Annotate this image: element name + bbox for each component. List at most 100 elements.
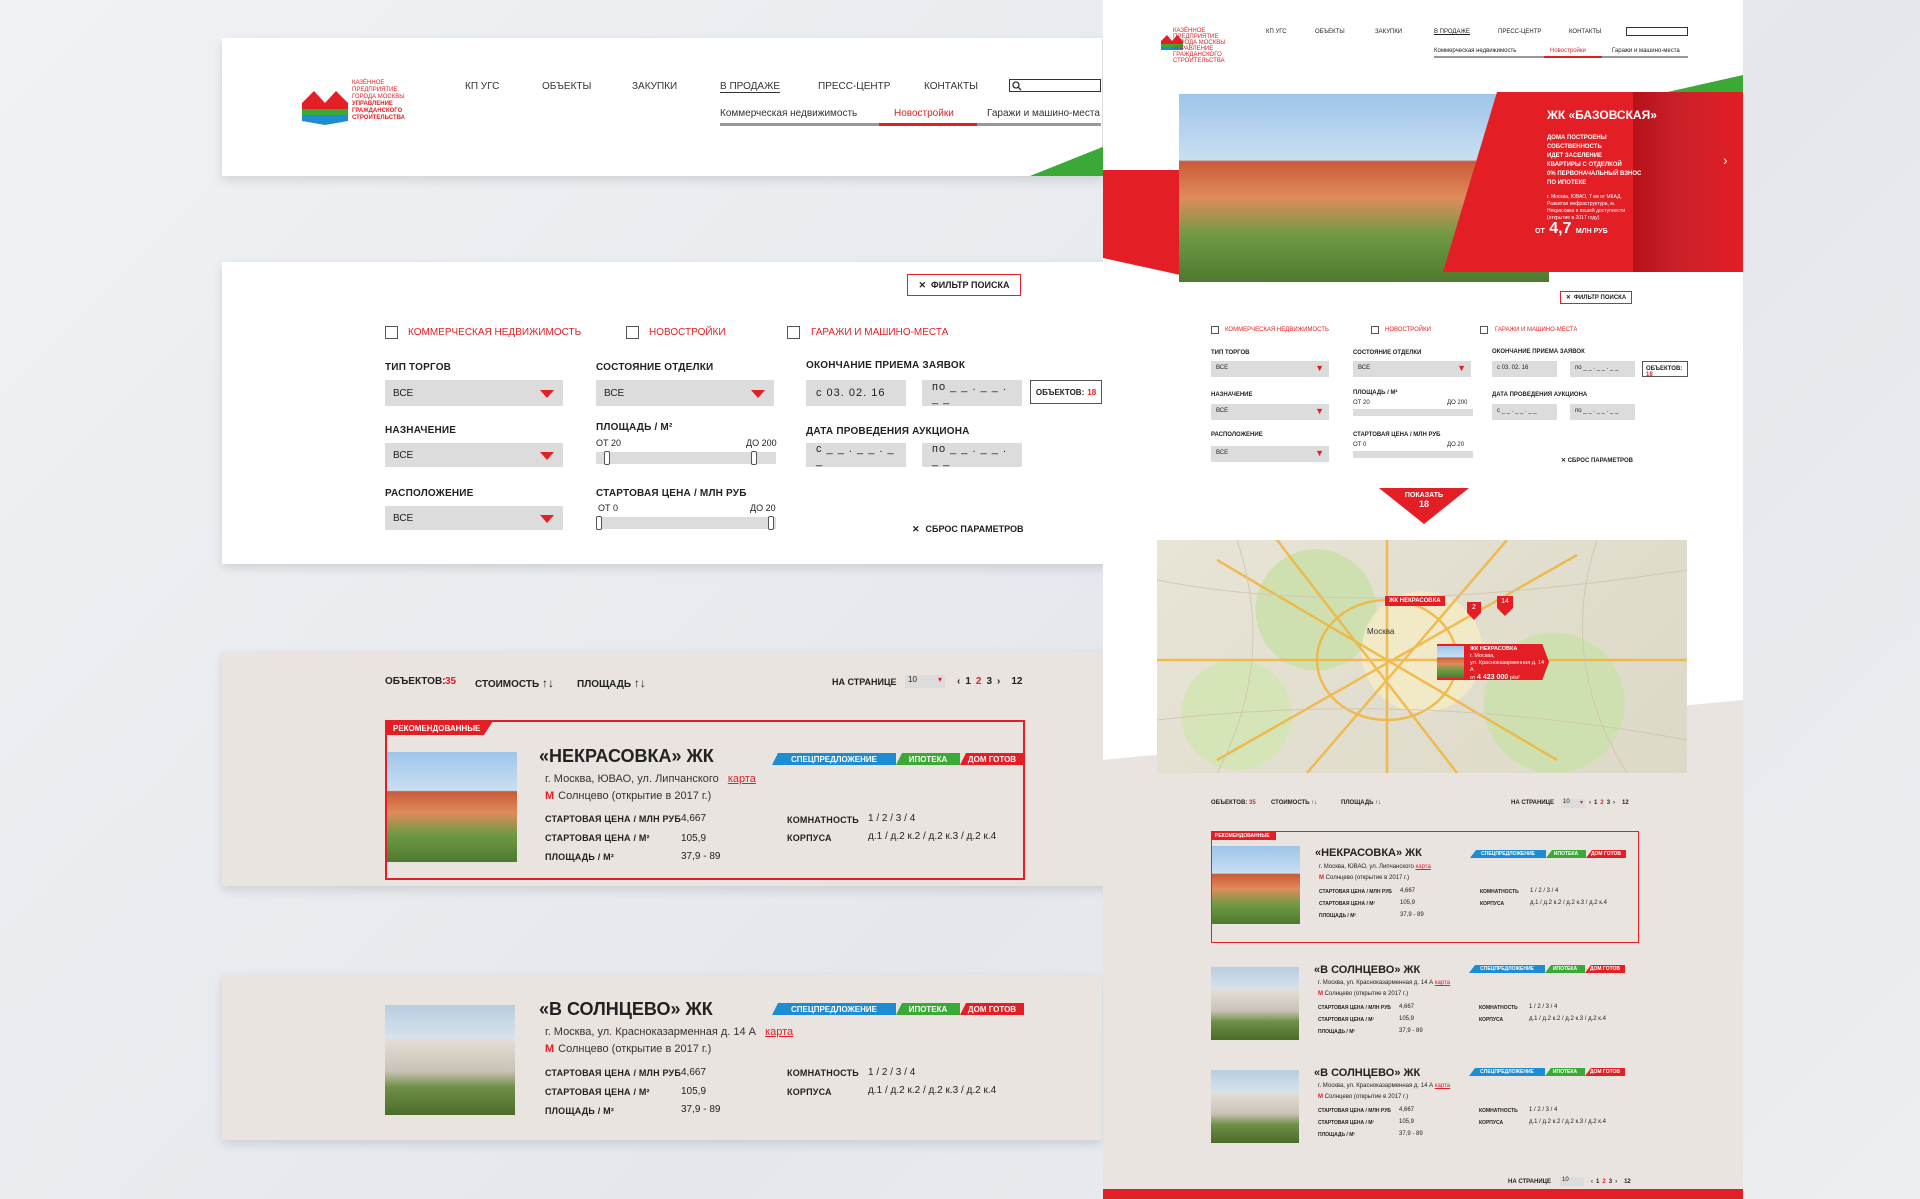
slider-handle[interactable]	[604, 451, 610, 465]
nav-item-purchases[interactable]: ЗАКУПКИ	[632, 81, 677, 92]
per-page-select[interactable]: 10	[1560, 1177, 1585, 1186]
page-link-active[interactable]: 2	[1602, 1179, 1605, 1185]
next-page-icon[interactable]: ›	[997, 676, 1000, 687]
map[interactable]: Москва ЖК НЕКРАСОВКА 2 14 ЖК НЕКРАСОВКА …	[1157, 540, 1687, 773]
listing-title[interactable]: «НЕКРАСОВКА» ЖК	[539, 746, 714, 767]
page-link-last[interactable]: 12	[1011, 676, 1022, 687]
map-link[interactable]: карта	[1415, 864, 1430, 870]
map-link[interactable]: карта	[728, 773, 756, 785]
select-trade-type[interactable]: ВСЕ ▼	[1211, 361, 1329, 377]
price-slider[interactable]	[596, 516, 776, 530]
page-link[interactable]: 3	[1609, 1179, 1612, 1185]
subnav-garages[interactable]: Гаражи и машино-места	[1612, 48, 1680, 54]
checkbox-label[interactable]: НОВОСТРОЙКИ	[1385, 327, 1431, 333]
map-link[interactable]: карта	[765, 1026, 793, 1038]
checkbox-new[interactable]	[1371, 326, 1379, 334]
reset-button[interactable]: ✕ СБРОС ПАРАМЕТРОВ	[1561, 457, 1633, 464]
select-trade-type[interactable]: ВСЕ	[385, 380, 563, 406]
nav-item-kp-ugs[interactable]: КП УГС	[1266, 29, 1287, 35]
checkbox-commercial[interactable]	[1211, 326, 1219, 334]
per-page-select[interactable]: 10 ▾	[905, 675, 945, 688]
search-input[interactable]	[1626, 27, 1688, 36]
subnav-new[interactable]: Новостройки	[1550, 48, 1586, 54]
sort-cost[interactable]: СТОИМОСТЬ ↑↓	[1271, 800, 1317, 806]
checkbox-label[interactable]: ГАРАЖИ И МАШИНО-МЕСТА	[811, 327, 948, 338]
prev-page-icon[interactable]: ‹	[1589, 800, 1591, 806]
page-link-active[interactable]: 2	[976, 676, 982, 687]
sort-cost[interactable]: СТОИМОСТЬ ↑↓	[475, 676, 554, 690]
select-purpose[interactable]: ВСЕ ▼	[1211, 404, 1329, 420]
checkbox-garages[interactable]	[787, 326, 800, 339]
slider-handle[interactable]	[768, 516, 774, 530]
checkbox-label[interactable]: КОММЕРЧЕСКАЯ НЕДВИЖИМОСТЬ	[408, 327, 581, 338]
nav-item-press[interactable]: ПРЕСС-ЦЕНТР	[818, 81, 890, 92]
nav-item-purchases[interactable]: ЗАКУПКИ	[1375, 29, 1402, 35]
subnav-garages[interactable]: Гаражи и машино-места	[987, 108, 1100, 119]
date-to-input[interactable]: по _ _ . _ _ . _ _	[1570, 361, 1635, 377]
map-marker-label[interactable]: ЖК НЕКРАСОВКА	[1385, 596, 1445, 606]
prev-page-icon[interactable]: ‹	[957, 676, 960, 687]
listing-photo[interactable]	[1211, 1070, 1299, 1143]
search-input[interactable]	[1009, 79, 1101, 92]
checkbox-label[interactable]: НОВОСТРОЙКИ	[649, 327, 726, 338]
select-location[interactable]: ВСЕ	[385, 506, 563, 530]
page-link[interactable]: 3	[986, 676, 992, 687]
page-link-active[interactable]: 2	[1600, 800, 1603, 806]
sort-area[interactable]: ПЛОЩАДЬ ↑↓	[577, 676, 646, 690]
reset-button[interactable]: ✕ СБРОС ПАРАМЕТРОВ	[912, 524, 1023, 535]
listing-title[interactable]: «НЕКРАСОВКА» ЖК	[1315, 847, 1422, 859]
auction-to-input[interactable]: по _ _ . _ _ . _ _	[1570, 404, 1635, 420]
checkbox-commercial[interactable]	[385, 326, 398, 339]
listing-photo[interactable]	[1211, 967, 1299, 1040]
filter-toggle-button[interactable]: ✕ ФИЛЬТР ПОИСКА	[1560, 291, 1632, 304]
nav-item-contacts[interactable]: КОНТАКТЫ	[924, 81, 978, 92]
map-link[interactable]: карта	[1435, 1083, 1450, 1089]
listing-card[interactable]: «В СОЛНЦЕВО» ЖК СПЕЦПРЕДЛОЖЕНИЕ ИПОТЕКА ДО…	[1211, 960, 1639, 1040]
logo[interactable]: КАЗЁННОЕ ПРЕДПРИЯТИЕ ГОРОДА МОСКВЫ УПРАВ…	[302, 80, 412, 128]
nav-item-objects[interactable]: ОБЪЕКТЫ	[542, 81, 591, 92]
listing-title[interactable]: «В СОЛНЦЕВО» ЖК	[1314, 1067, 1420, 1079]
nav-item-kp-ugs[interactable]: КП УГС	[465, 81, 499, 92]
listing-card[interactable]: «В СОЛНЦЕВО» ЖК СПЕЦПРЕДЛОЖЕНИЕ ИПОТЕКА ДО…	[1211, 1063, 1639, 1143]
subnav-new[interactable]: Новостройки	[894, 108, 954, 119]
nav-item-press[interactable]: ПРЕСС-ЦЕНТР	[1498, 29, 1541, 35]
filter-toggle-button[interactable]: ✕ ФИЛЬТР ПОИСКА	[907, 274, 1021, 296]
area-slider[interactable]	[596, 451, 776, 465]
page-link[interactable]: 1	[1594, 800, 1597, 806]
checkbox-new[interactable]	[626, 326, 639, 339]
map-popup[interactable]: ЖК НЕКРАСОВКА г. Москва, ул. Красноказар…	[1437, 644, 1549, 680]
page-link-last[interactable]: 12	[1624, 1179, 1631, 1185]
date-from-input[interactable]: с 03. 02. 16	[806, 380, 906, 406]
page-link[interactable]: 1	[965, 676, 971, 687]
area-slider[interactable]	[1353, 409, 1473, 416]
slider-handle[interactable]	[596, 516, 602, 530]
next-page-icon[interactable]: ›	[1615, 1179, 1617, 1185]
page-link-last[interactable]: 12	[1622, 800, 1629, 806]
listing-photo[interactable]	[387, 752, 517, 862]
next-page-icon[interactable]: ›	[1613, 800, 1615, 806]
page-link[interactable]: 3	[1607, 800, 1610, 806]
nav-item-for-sale[interactable]: В ПРОДАЖЕ	[1434, 29, 1470, 35]
page-link[interactable]: 1	[1596, 1179, 1599, 1185]
sort-area[interactable]: ПЛОЩАДЬ ↑↓	[1341, 800, 1381, 806]
auction-to-input[interactable]: по _ _ . _ _ . _ _	[922, 443, 1022, 467]
checkbox-label[interactable]: КОММЕРЧЕСКАЯ НЕДВИЖИМОСТЬ	[1225, 327, 1329, 333]
nav-item-objects[interactable]: ОБЪЕКТЫ	[1315, 29, 1345, 35]
price-slider[interactable]	[1353, 451, 1473, 458]
chevron-right-icon[interactable]: ›	[1723, 152, 1728, 168]
auction-from-input[interactable]: с _ _ . _ _ . _ _	[1492, 404, 1557, 420]
select-finish[interactable]: ВСЕ	[596, 380, 774, 406]
select-purpose[interactable]: ВСЕ	[385, 443, 563, 467]
listing-photo[interactable]	[1212, 846, 1300, 924]
map-link[interactable]: карта	[1435, 980, 1450, 986]
checkbox-garages[interactable]	[1480, 326, 1488, 334]
date-from-input[interactable]: с 03. 02. 16	[1492, 361, 1557, 377]
prev-page-icon[interactable]: ‹	[1591, 1179, 1593, 1185]
slider-handle[interactable]	[751, 451, 757, 465]
listing-title[interactable]: «В СОЛНЦЕВО» ЖК	[1314, 964, 1420, 976]
show-results-button[interactable]: ПОКАЗАТЬ 18	[1379, 488, 1469, 524]
per-page-select[interactable]: 10 ▾	[1561, 799, 1585, 808]
date-to-input[interactable]: по _ _ . _ _ . _ _	[922, 380, 1022, 406]
subnav-commercial[interactable]: Коммерческая недвижимость	[720, 108, 857, 119]
listing-card-recommended[interactable]: РЕКОМЕНДОВАННЫЕ «НЕКРАСОВКА» ЖК СПЕЦПРЕД…	[1211, 831, 1639, 943]
